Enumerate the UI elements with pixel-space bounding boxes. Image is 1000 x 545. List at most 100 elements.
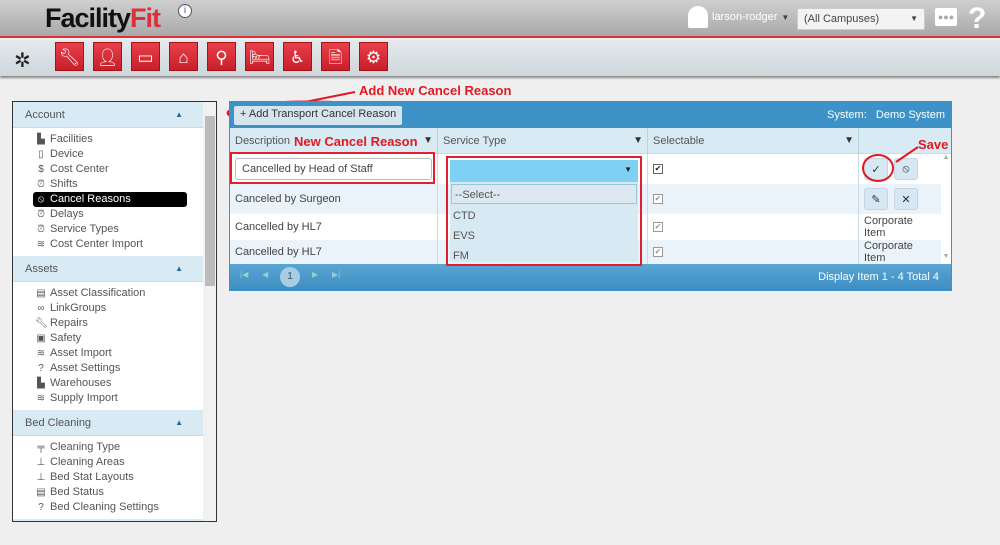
- info-icon[interactable]: i: [178, 4, 192, 18]
- last-page-icon[interactable]: ▶|: [332, 270, 340, 279]
- system-value: Demo System: [875, 109, 945, 121]
- sidebar-item[interactable]: ▙ Facilities: [33, 132, 203, 147]
- list-icon: ▤: [36, 487, 46, 498]
- document-icon[interactable]: 🗎: [321, 42, 350, 71]
- selectable-checkbox[interactable]: ✔: [653, 164, 663, 174]
- chat-icon[interactable]: ●●●: [935, 8, 957, 26]
- sidebar-item[interactable]: ≋ Supply Import: [33, 391, 203, 406]
- sidebar-item-label: Cancel Reasons: [50, 193, 131, 205]
- dropdown-option[interactable]: EVS: [450, 226, 638, 246]
- building-icon: ▙: [37, 134, 45, 145]
- avatar-icon: [688, 6, 708, 28]
- username: larson-rodger: [712, 11, 778, 23]
- layers-icon: ≋: [36, 348, 46, 359]
- sidebar-item-label: Warehouses: [50, 377, 112, 389]
- sidebar-item[interactable]: ≋ Asset Import: [33, 346, 203, 361]
- sidebar: Account ▲ ▙ Facilities ▯ Device $ Cost Center ⏰︎…: [12, 101, 217, 522]
- selectable-checkbox: ✔: [653, 247, 663, 257]
- sidebar-item-label: Cleaning Areas: [50, 456, 125, 468]
- question-icon: ?: [38, 363, 44, 374]
- roller-icon: ╤: [37, 442, 45, 453]
- campus-select[interactable]: (All Campuses) ▼: [797, 8, 925, 30]
- sidebar-item-label: Cost Center Import: [50, 238, 143, 250]
- sidebar-item[interactable]: $ Cost Center: [33, 162, 203, 177]
- sidebar-item[interactable]: ? Asset Settings: [33, 361, 203, 376]
- sidebar-item[interactable]: ? Bed Cleaning Settings: [33, 500, 203, 515]
- column-service-type[interactable]: Service Type ▼: [438, 128, 648, 154]
- prev-page-icon[interactable]: ◀: [262, 270, 268, 279]
- system-label: System:: [827, 109, 867, 121]
- sidebar-item[interactable]: ▤ Bed Status: [33, 485, 203, 500]
- monitor-icon[interactable]: ▭: [131, 42, 160, 71]
- bed-icon[interactable]: 🛏︎: [245, 42, 274, 71]
- help-icon[interactable]: ?: [968, 2, 986, 36]
- sidebar-section-header[interactable]: Assets ▲: [13, 256, 203, 282]
- scrollbar-thumb[interactable]: [205, 116, 215, 286]
- dropdown-option[interactable]: FM: [450, 246, 638, 266]
- home-plus-icon[interactable]: ⌂: [169, 42, 198, 71]
- gears-icon[interactable]: ⚙: [359, 42, 388, 71]
- collapse-icon[interactable]: ▲: [175, 418, 183, 427]
- corporate-item-label: Corporate Item: [864, 240, 913, 264]
- wheelchair-icon[interactable]: ♿︎: [283, 42, 312, 71]
- column-label: Description: [235, 135, 291, 147]
- chevron-down-icon: ▼: [910, 14, 918, 23]
- edit-button[interactable]: ✎: [864, 188, 888, 210]
- question-icon: ?: [38, 502, 44, 513]
- user-menu[interactable]: larson-rodger ▼: [688, 6, 789, 28]
- filter-icon[interactable]: ▼: [844, 135, 854, 146]
- column-label: Selectable: [653, 135, 705, 147]
- column-label: Service Type: [443, 135, 507, 147]
- sidebar-item-label: Facilities: [50, 133, 93, 145]
- sidebar-section-header[interactable]: Bed Cleaning ▲: [13, 410, 203, 436]
- page-number[interactable]: 1: [280, 267, 300, 287]
- annotation-new: New Cancel Reason: [294, 134, 418, 149]
- compass-icon[interactable]: ✲: [14, 48, 31, 73]
- sidebar-item[interactable]: ╤ Cleaning Type: [33, 440, 203, 455]
- layers-icon: ≋: [36, 393, 46, 404]
- sidebar-item-label: Service Types: [50, 223, 119, 235]
- description-cell: Canceled by Surgeon: [230, 184, 438, 214]
- collapse-icon[interactable]: ▲: [175, 264, 183, 273]
- logo: FacilityFit: [45, 3, 161, 33]
- sidebar-item[interactable]: ⦸ Cancel Reasons: [33, 192, 187, 207]
- sidebar-item[interactable]: ∞ LinkGroups: [33, 301, 203, 316]
- service-type-select[interactable]: ▼: [450, 160, 638, 182]
- sidebar-item[interactable]: ⏰︎ Delays: [33, 207, 203, 222]
- column-selectable[interactable]: Selectable ▼: [648, 128, 859, 154]
- sidebar-item[interactable]: ⊥ Cleaning Areas: [33, 455, 203, 470]
- wrench-icon[interactable]: 🔧︎: [55, 42, 84, 71]
- filter-icon[interactable]: ▼: [633, 135, 643, 146]
- sidebar-item[interactable]: ≋ Cost Center Import: [33, 237, 203, 252]
- user-icon[interactable]: 👤︎: [93, 42, 122, 71]
- dropdown-option[interactable]: --Select--: [451, 184, 637, 204]
- next-page-icon[interactable]: ▶: [312, 270, 318, 279]
- add-cancel-reason-button[interactable]: + Add Transport Cancel Reason: [234, 106, 403, 125]
- chevron-down-icon: ▼: [624, 165, 632, 174]
- dropdown-option[interactable]: CTD: [450, 206, 638, 226]
- search-icon[interactable]: ⚲: [207, 42, 236, 71]
- sidebar-section-header[interactable]: Account ▲: [13, 102, 203, 128]
- service-type-dropdown[interactable]: ▼ --Select-- CTD EVS FM: [446, 156, 642, 266]
- sidebar-item[interactable]: ▯ Device: [33, 147, 203, 162]
- building-icon: ▙: [37, 378, 45, 389]
- sidebar-item[interactable]: ▤ Asset Classification: [33, 286, 203, 301]
- sidebar-item-label: Safety: [50, 332, 82, 344]
- sidebar-section-header[interactable]: Inspection▲: [13, 519, 203, 521]
- sidebar-item[interactable]: 🔧︎ Repairs: [33, 316, 203, 331]
- sidebar-item-label: Bed Status: [50, 486, 104, 498]
- sidebar-item[interactable]: ⏰︎ Shifts: [33, 177, 203, 192]
- grid-scrollbar[interactable]: ▲ ▼: [941, 154, 951, 264]
- description-cell: Cancelled by HL7: [230, 240, 438, 264]
- sidebar-item[interactable]: ⏰︎ Service Types: [33, 222, 203, 237]
- sidebar-item[interactable]: ▣ Safety: [33, 331, 203, 346]
- filter-icon[interactable]: ▼: [423, 135, 433, 146]
- sidebar-item-label: Delays: [50, 208, 84, 220]
- sidebar-item[interactable]: ▙ Warehouses: [33, 376, 203, 391]
- collapse-icon[interactable]: ▲: [175, 110, 183, 119]
- device-icon: ▯: [38, 149, 44, 160]
- sidebar-item[interactable]: ⊥ Bed Stat Layouts: [33, 470, 203, 485]
- alarm-icon: ⏰︎: [37, 179, 45, 190]
- first-page-icon[interactable]: |◀: [240, 270, 248, 279]
- delete-button[interactable]: ✕: [894, 188, 918, 210]
